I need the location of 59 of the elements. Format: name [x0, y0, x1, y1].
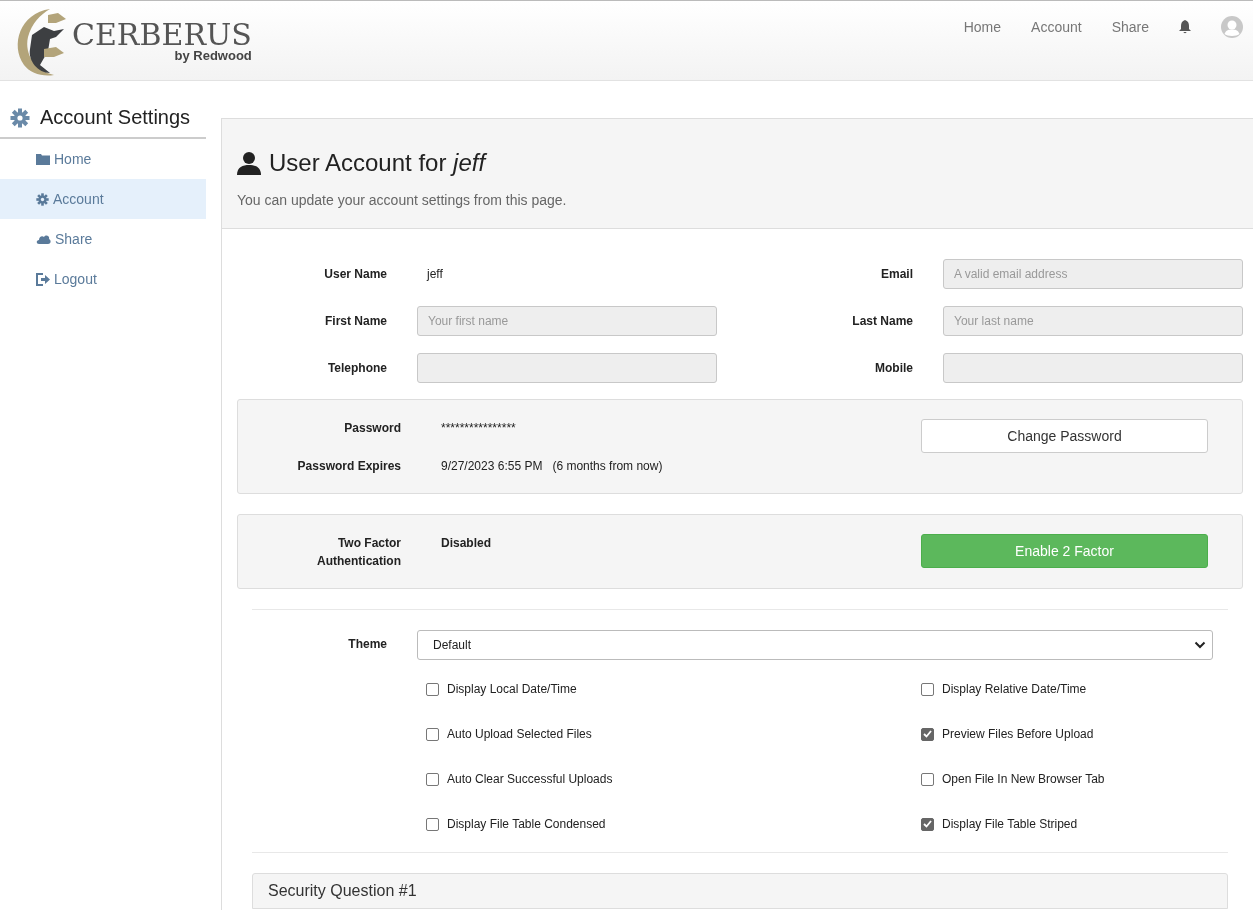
input-field[interactable]: [943, 353, 1243, 383]
brand-tagline: by Redwood: [174, 48, 252, 62]
user-icon: [237, 151, 261, 175]
checkbox-label: Preview Files Before Upload: [942, 727, 1094, 741]
checkbox[interactable]: [921, 682, 934, 696]
input-field[interactable]: A valid email address: [943, 259, 1243, 289]
field-value: 9/27/2023 6:55 PM (6 months from now): [441, 458, 663, 475]
field-label: Password: [343, 420, 401, 437]
input-field[interactable]: Your first name: [417, 306, 717, 336]
field-label: First Name: [323, 314, 387, 328]
sidebar-item[interactable]: Share: [0, 219, 206, 259]
logout-icon: [36, 272, 50, 286]
sidebar-item[interactable]: Account: [0, 179, 206, 219]
field-label: Mobile: [874, 361, 913, 375]
checkbox[interactable]: [921, 727, 934, 741]
field-label: Password Expires: [296, 458, 401, 475]
checkbox-label: Open File In New Browser Tab: [942, 772, 1105, 786]
checkbox-label: Display Relative Date/Time: [942, 682, 1087, 696]
checkbox-label: Display Local Date/Time: [447, 682, 577, 696]
field-label: User Name: [323, 267, 387, 281]
checkbox[interactable]: [426, 682, 439, 696]
two-factor-status: Disabled: [441, 535, 491, 552]
sidebar-title: Account Settings: [40, 106, 191, 129]
field-label: Email: [880, 267, 913, 281]
checkbox[interactable]: [921, 817, 934, 831]
brand-name: CERBERUS: [72, 19, 252, 50]
checkbox[interactable]: [921, 772, 934, 786]
page-title: User Account for jeff: [269, 149, 486, 177]
checkbox[interactable]: [426, 817, 439, 831]
checkbox[interactable]: [426, 772, 439, 786]
nav-link[interactable]: Share: [1111, 19, 1149, 35]
field-value: ****************: [441, 420, 517, 437]
gear-icon: [36, 192, 49, 206]
field-label: Last Name: [851, 314, 913, 328]
enable-two-factor-button[interactable]: Enable 2 Factor: [921, 534, 1208, 568]
checkbox[interactable]: [426, 727, 439, 741]
checkbox-label: Display File Table Striped: [942, 817, 1078, 831]
field-label: Telephone: [326, 361, 387, 375]
sidebar-item[interactable]: Home: [0, 139, 206, 179]
page-subtitle: You can update your account settings from this page.: [237, 192, 568, 208]
bell-icon[interactable]: [1179, 20, 1191, 34]
gear-icon: [10, 107, 30, 128]
folder-icon: [36, 153, 50, 165]
two-factor-label: Two Factor Authentication: [316, 535, 401, 570]
theme-select[interactable]: Default: [417, 630, 1213, 660]
chevron-icon: [1194, 641, 1206, 649]
nav-link[interactable]: Account: [1031, 19, 1082, 35]
input-field[interactable]: [417, 353, 717, 383]
theme-label: Theme: [347, 636, 387, 651]
checkbox-label: Auto Upload Selected Files: [447, 727, 592, 741]
nav-link[interactable]: Home: [963, 19, 1002, 35]
change-password-button[interactable]: Change Password: [921, 419, 1208, 453]
sidebar-item[interactable]: Logout: [0, 259, 206, 299]
cloud-icon: [36, 234, 51, 244]
panel-title: Security Question #1: [268, 882, 417, 899]
checkbox-label: Display File Table Condensed: [447, 817, 606, 831]
checkbox-label: Auto Clear Successful Uploads: [447, 772, 613, 786]
input-field[interactable]: Your last name: [943, 306, 1243, 336]
field-value: jeff: [425, 267, 444, 281]
